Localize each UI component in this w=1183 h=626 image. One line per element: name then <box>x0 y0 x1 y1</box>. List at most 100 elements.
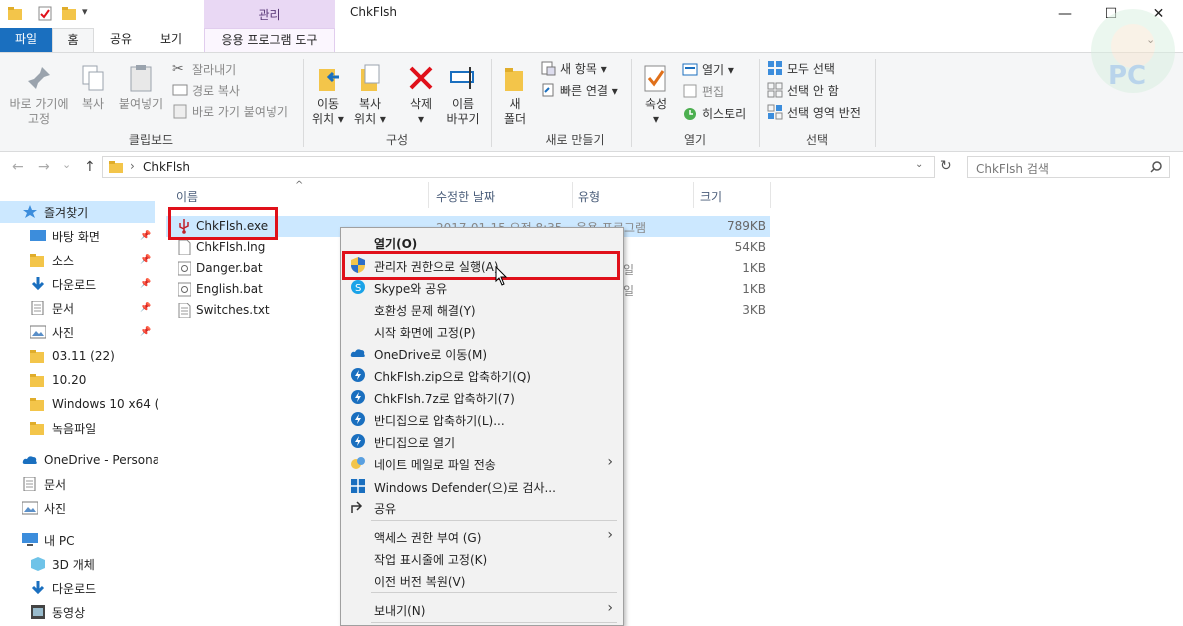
sidebar-item-videos[interactable]: 동영상 <box>0 601 158 623</box>
back-arrow-icon[interactable]: ← <box>12 159 24 175</box>
copy-path-button[interactable]: 경로 복사 <box>172 80 240 100</box>
menu-item-troubleshoot-compat[interactable]: 호환성 문제 해결(Y) <box>341 298 623 320</box>
minimize-button[interactable]: — <box>1042 0 1088 28</box>
sidebar-item-pictures[interactable]: 사진 📌 <box>0 321 158 343</box>
new-folder-icon[interactable] <box>62 6 76 21</box>
sidebar-item-desktop[interactable]: 바탕 화면 📌 <box>0 225 158 247</box>
forward-arrow-icon[interactable]: → <box>38 159 50 175</box>
sidebar-item-this-pc[interactable]: 내 PC <box>0 529 158 551</box>
menu-item-pin-to-taskbar[interactable]: 작업 표시줄에 고정(K) <box>341 547 623 569</box>
menu-item-label: 호환성 문제 해결(Y) <box>374 304 476 318</box>
easy-access-button[interactable]: 빠른 연결 ▾ <box>540 80 618 100</box>
pin-icon[interactable]: 📌 <box>140 231 151 241</box>
delete-button[interactable]: 삭제 ▾ <box>402 63 440 127</box>
sidebar-item-downloads[interactable]: 다운로드 📌 <box>0 273 158 295</box>
menu-item-label: ChkFlsh.zip으로 압축하기(Q) <box>374 370 531 384</box>
breadcrumb-chevron-icon[interactable]: › <box>130 159 135 173</box>
picture-icon <box>30 325 46 339</box>
invert-selection-label: 선택 영역 반전 <box>787 105 861 120</box>
address-bar[interactable]: › ChkFlsh ⌄ <box>102 156 935 178</box>
new-folder-button[interactable]: 새 폴더 <box>498 63 532 127</box>
menu-item-nate-mail-send[interactable]: 네이트 메일로 파일 전송 › <box>341 452 623 474</box>
up-arrow-icon[interactable]: ↑ <box>84 159 96 175</box>
column-divider[interactable] <box>770 182 771 208</box>
file-name: ChkFlsh.lng <box>196 240 266 254</box>
sidebar-item-onedrive[interactable]: OneDrive - Personal <box>0 449 158 471</box>
sidebar-item-folder-recordings[interactable]: 녹음파일 <box>0 417 158 439</box>
select-none-button[interactable]: 선택 안 함 <box>767 80 839 100</box>
file-name: Switches.txt <box>196 303 270 317</box>
pin-icon[interactable]: 📌 <box>140 303 151 313</box>
menu-separator <box>371 622 617 623</box>
paste-shortcut-button[interactable]: 바로 가기 붙여넣기 <box>172 101 288 121</box>
menu-item-label: Skype와 공유 <box>374 282 448 296</box>
folder-icon[interactable] <box>8 6 22 21</box>
pin-icon[interactable]: 📌 <box>140 279 151 289</box>
breadcrumb[interactable]: ChkFlsh <box>143 160 190 174</box>
menu-item-pin-to-start[interactable]: 시작 화면에 고정(P) <box>341 320 623 342</box>
menu-item-defender-scan[interactable]: Windows Defender(으)로 검사... <box>341 475 623 497</box>
properties-icon[interactable] <box>38 6 52 21</box>
history-button[interactable]: 히스토리 <box>682 103 746 123</box>
sidebar-item-source[interactable]: 소스 📌 <box>0 249 158 271</box>
sidebar-item-documents[interactable]: 문서 📌 <box>0 297 158 319</box>
move-to-button[interactable]: 이동 위치 ▾ <box>308 63 348 127</box>
menu-item-compress-zip[interactable]: ChkFlsh.zip으로 압축하기(Q) <box>341 364 623 386</box>
invert-selection-button[interactable]: 선택 영역 반전 <box>767 102 861 122</box>
menu-item-give-access[interactable]: 액세스 권한 부여 (G) › <box>341 525 623 547</box>
sidebar-item-onedrive-documents[interactable]: 문서 <box>0 473 158 495</box>
cut-button[interactable]: ✂ 잘라내기 <box>172 59 236 79</box>
select-all-icon <box>768 61 782 75</box>
column-divider[interactable] <box>428 182 429 208</box>
quick-access-dropdown-icon[interactable]: ▾ <box>82 5 88 18</box>
menu-item-share[interactable]: 공유 <box>341 496 623 518</box>
tab-view[interactable]: 보기 <box>150 28 192 52</box>
tab-home[interactable]: 홈 <box>52 28 94 52</box>
tab-app-tools[interactable]: 응용 프로그램 도구 <box>204 28 335 52</box>
sidebar-item-folder-0311[interactable]: 03.11 (22) <box>0 345 158 367</box>
properties-button[interactable]: 속성 ▾ <box>638 63 674 127</box>
menu-item-label: 열기(O) <box>374 237 418 251</box>
edit-button[interactable]: 편집 <box>682 81 724 101</box>
recent-locations-icon[interactable]: ⌄ <box>62 158 71 171</box>
address-dropdown-icon[interactable]: ⌄ <box>915 159 923 170</box>
menu-item-label: 반디집으로 열기 <box>374 436 456 450</box>
menu-item-bandizip-compress[interactable]: 반디집으로 압축하기(L)... <box>341 408 623 430</box>
column-divider[interactable] <box>572 182 573 208</box>
sidebar-item-folder-1020[interactable]: 10.20 <box>0 369 158 391</box>
copy-to-button[interactable]: 복사 위치 ▾ <box>350 63 390 127</box>
column-header-size[interactable]: 크기 <box>700 188 722 205</box>
refresh-icon[interactable]: ↻ <box>940 158 952 174</box>
file-size: 1KB <box>742 282 766 296</box>
pin-quick-access-button[interactable]: 바로 가기에 고정 <box>4 63 74 127</box>
sidebar-item-quick-access[interactable]: 즐겨찾기 <box>0 201 158 223</box>
rename-button[interactable]: 이름 바꾸기 <box>442 63 484 127</box>
menu-item-move-to-onedrive[interactable]: OneDrive로 이동(M) <box>341 342 623 364</box>
paste-button[interactable]: 붙여넣기 <box>114 63 168 112</box>
menu-item-compress-7z[interactable]: ChkFlsh.7z로 압축하기(7) <box>341 386 623 408</box>
pin-icon[interactable]: 📌 <box>140 327 151 337</box>
search-icon[interactable] <box>1150 161 1162 173</box>
column-header-type[interactable]: 유형 <box>578 188 600 205</box>
copy-button[interactable]: 복사 <box>74 63 112 112</box>
sidebar-item-onedrive-pictures[interactable]: 사진 <box>0 497 158 519</box>
pin-icon[interactable]: 📌 <box>140 255 151 265</box>
select-all-button[interactable]: 모두 선택 <box>767 58 835 78</box>
tab-file[interactable]: 파일 <box>0 28 52 52</box>
column-header-date[interactable]: 수정한 날짜 <box>436 188 495 205</box>
menu-item-send-to[interactable]: 보내기(N) › <box>341 598 623 620</box>
scissors-icon: ✂ <box>172 61 184 77</box>
new-folder-icon <box>505 68 523 91</box>
sidebar-item-3d-objects[interactable]: 3D 개체 <box>0 553 158 575</box>
column-header-name[interactable]: 이름 <box>176 188 198 205</box>
open-button[interactable]: 열기 ▾ <box>682 59 734 79</box>
sidebar-item-folder-windows10[interactable]: Windows 10 x64 (2 <box>0 393 158 415</box>
tab-share[interactable]: 공유 <box>100 28 142 52</box>
menu-item-restore-versions[interactable]: 이전 버전 복원(V) <box>341 569 623 591</box>
menu-item-open[interactable]: 열기(O) <box>341 231 623 253</box>
new-item-button[interactable]: 새 항목 ▾ <box>540 58 607 78</box>
sidebar-item-pc-downloads[interactable]: 다운로드 <box>0 577 158 599</box>
search-box[interactable]: ChkFlsh 검색 <box>967 156 1170 178</box>
menu-item-bandizip-open[interactable]: 반디집으로 열기 <box>341 430 623 452</box>
column-divider[interactable] <box>693 182 694 208</box>
